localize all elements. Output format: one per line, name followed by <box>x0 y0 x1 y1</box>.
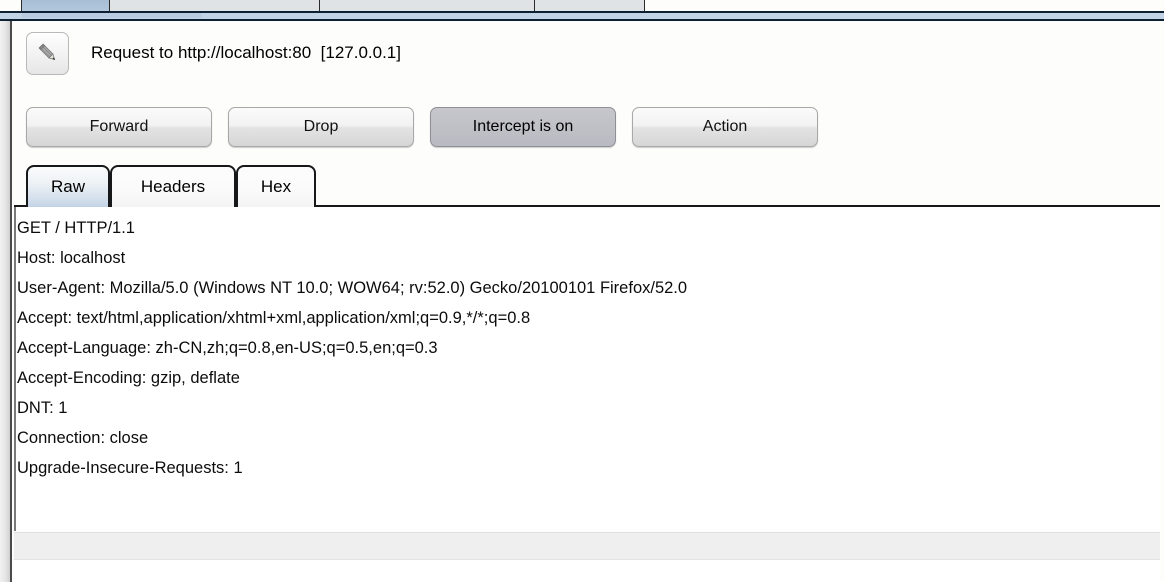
intercept-toggle-button[interactable]: Intercept is on <box>430 107 616 147</box>
request-line: Accept: text/html,application/xhtml+xml,… <box>17 309 531 327</box>
top-tab-strip-filler <box>645 0 1164 11</box>
request-line: DNT: 1 <box>17 399 68 417</box>
panel-left-gutter <box>0 21 12 582</box>
top-tab-1[interactable] <box>22 0 110 11</box>
editor-search-bar[interactable] <box>14 532 1160 560</box>
request-line: Accept-Language: zh-CN,zh;q=0.8,en-US;q=… <box>17 339 438 357</box>
tab-raw[interactable]: Raw <box>26 165 110 207</box>
request-title: Request to http://localhost:80 [127.0.0.… <box>91 43 401 62</box>
request-line: User-Agent: Mozilla/5.0 (Windows NT 10.0… <box>17 279 688 297</box>
bottom-filler <box>14 560 1160 582</box>
request-line: Connection: close <box>17 429 149 447</box>
request-line: Upgrade-Insecure-Requests: 1 <box>17 459 243 477</box>
intercept-toolbar: Forward Drop Intercept is on Action <box>14 95 1160 147</box>
top-tab-strip <box>0 0 1164 11</box>
tab-hex[interactable]: Hex <box>236 165 316 207</box>
panel-band-selected-marker <box>22 13 202 18</box>
panel-body: Request to http://localhost:80 [127.0.0.… <box>14 21 1160 582</box>
tab-headers[interactable]: Headers <box>110 165 236 207</box>
pencil-edit-icon-glyph <box>38 43 55 61</box>
top-tab-2[interactable] <box>110 0 320 11</box>
editor-left-caret-rail <box>14 207 16 531</box>
top-tab-3[interactable] <box>320 0 535 11</box>
panel-right-gutter <box>1160 21 1164 582</box>
request-line: Accept-Encoding: gzip, deflate <box>17 369 240 387</box>
pencil-edit-icon[interactable] <box>26 31 69 75</box>
search-input[interactable] <box>14 533 1160 559</box>
action-button[interactable]: Action <box>632 107 818 147</box>
top-tab-4[interactable] <box>535 0 645 11</box>
burp-intercept-window: Request to http://localhost:80 [127.0.0.… <box>0 0 1164 582</box>
request-editor[interactable]: GET / HTTP/1.1 Host: localhost User-Agen… <box>14 207 1160 531</box>
request-line: Host: localhost <box>17 249 126 267</box>
drop-button[interactable]: Drop <box>228 107 414 147</box>
intercept-panel: Request to http://localhost:80 [127.0.0.… <box>0 21 1164 582</box>
request-line: GET / HTTP/1.1 <box>17 219 135 237</box>
intercept-header-row: Request to http://localhost:80 [127.0.0.… <box>14 29 1160 77</box>
message-tab-bar: Raw Headers Hex <box>14 155 1160 207</box>
top-tab-strip-left-edge <box>0 0 22 11</box>
forward-button[interactable]: Forward <box>26 107 212 147</box>
